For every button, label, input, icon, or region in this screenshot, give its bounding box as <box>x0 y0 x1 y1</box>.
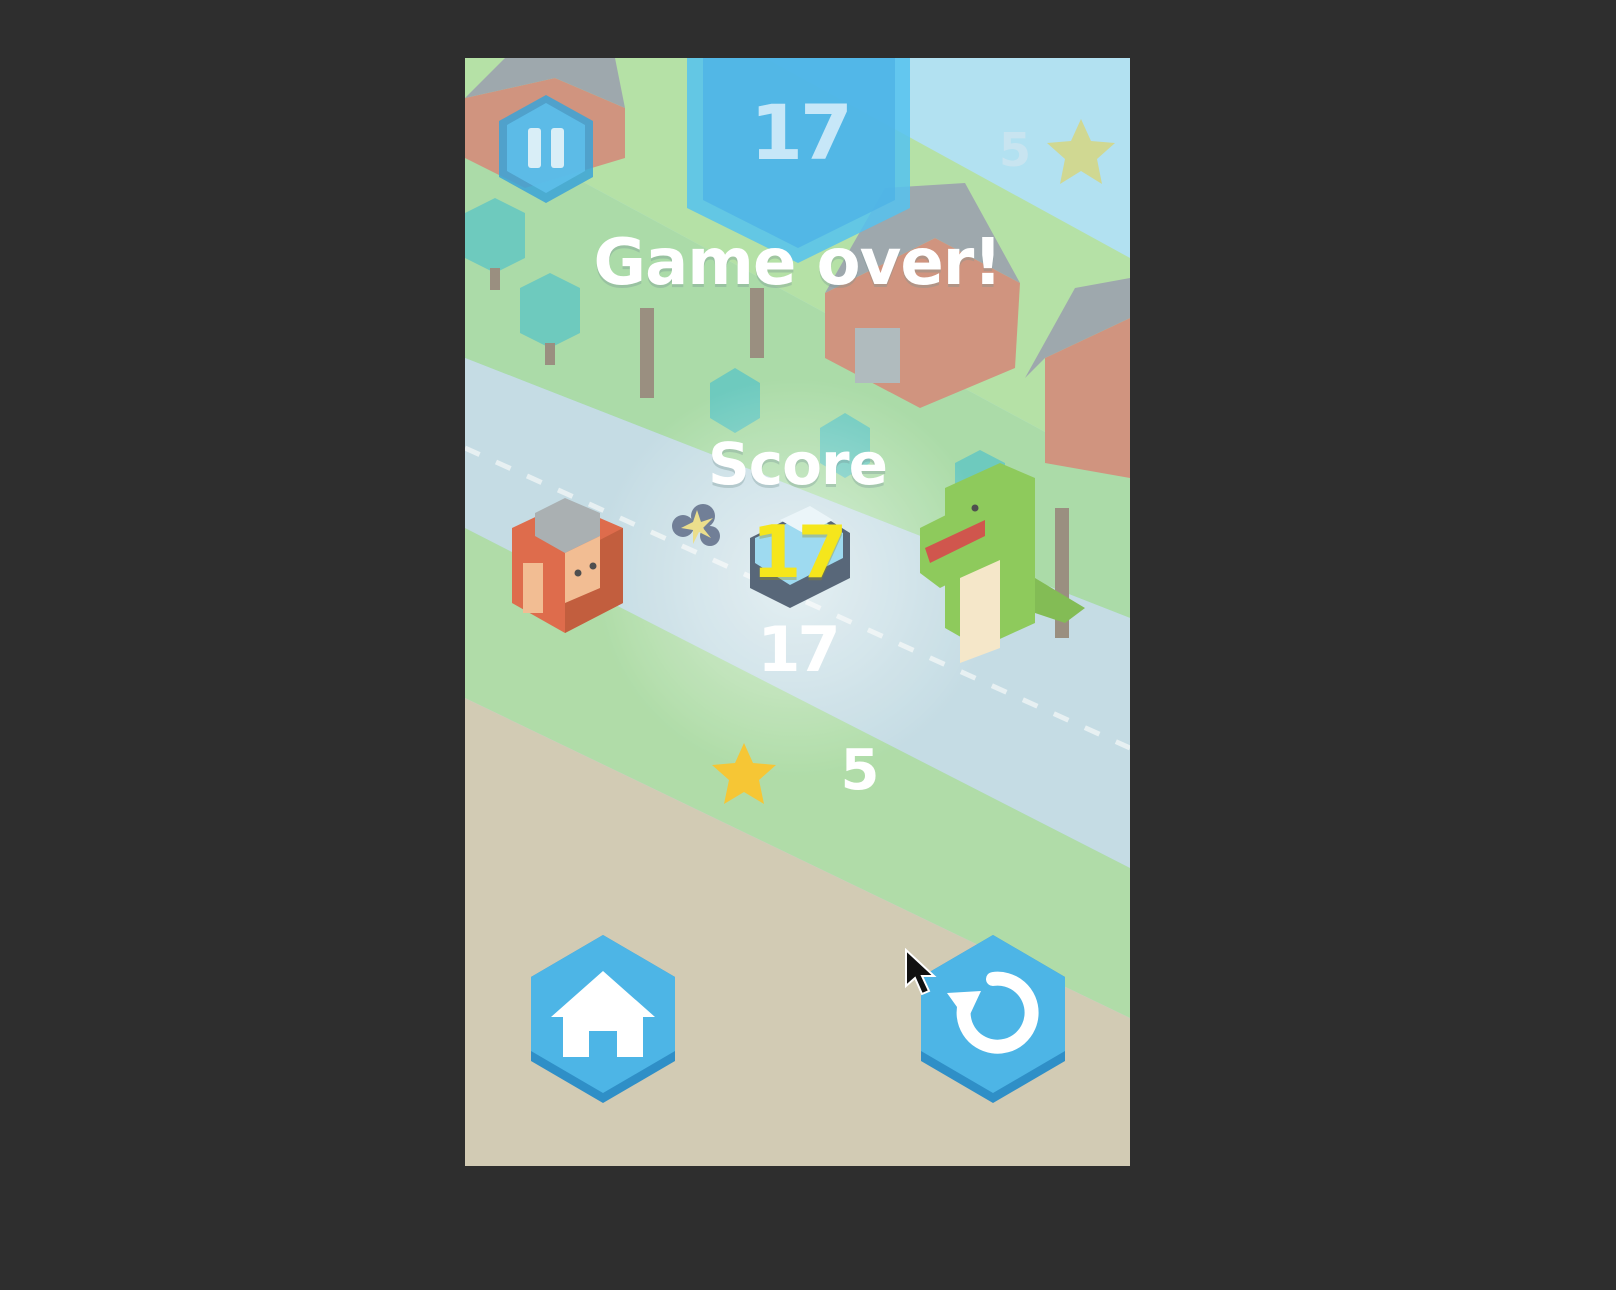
final-score: 17 <box>751 510 847 594</box>
hud-star-count: 5 <box>998 123 1031 177</box>
score-label: Score <box>708 430 888 498</box>
star-icon <box>712 743 776 804</box>
mouse-cursor <box>905 948 937 996</box>
game-canvas[interactable]: 17 5 Game over! Score 17 17 5 <box>465 58 1130 1166</box>
best-score: 17 <box>757 613 840 686</box>
restart-button[interactable] <box>917 933 1069 1105</box>
stars-collected: 5 <box>840 738 880 803</box>
star-icon <box>1047 119 1115 184</box>
pause-button[interactable] <box>495 93 597 205</box>
home-button[interactable] <box>527 933 679 1105</box>
game-over-title: Game over! <box>593 226 1003 300</box>
hud-score: 17 <box>750 88 853 177</box>
